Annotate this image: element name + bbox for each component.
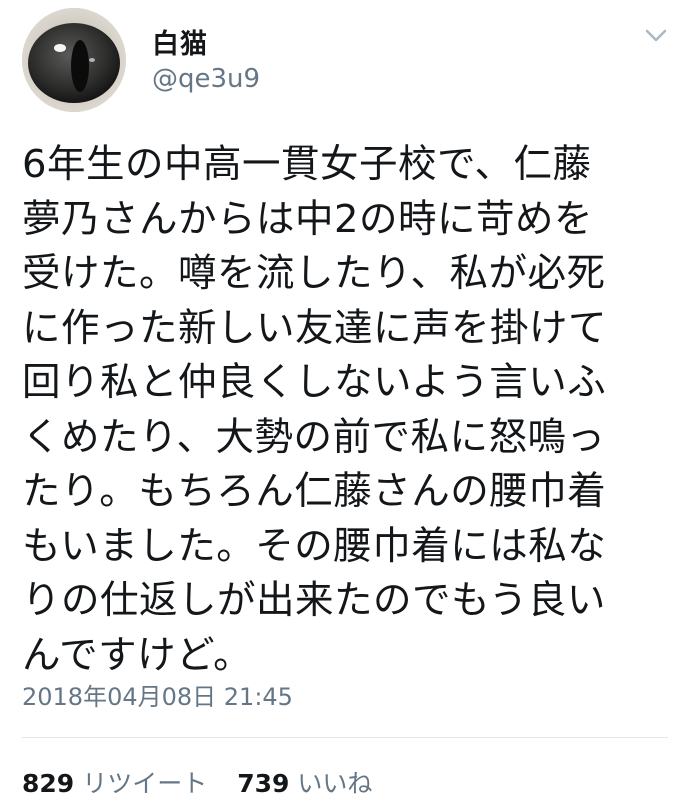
likes-label: いいね: [297, 769, 373, 798]
tweet-timestamp[interactable]: 2018年04月08日 21:45: [22, 677, 293, 712]
chevron-down-icon: [645, 29, 667, 42]
avatar[interactable]: [22, 8, 126, 112]
tweet-menu-button[interactable]: [638, 18, 674, 54]
retweets-stat[interactable]: 829 リツイート: [22, 764, 207, 800]
likes-stat[interactable]: 739 いいね: [237, 764, 372, 800]
user-handle[interactable]: @qe3u9: [152, 64, 260, 94]
tweet-stats: 829 リツイート 739 いいね: [22, 764, 372, 800]
divider: [22, 737, 668, 738]
tweet-card: 白猫 @qe3u9 6年生の中高一貫女子校で、仁藤 夢乃さんからは中2の時に苛め…: [0, 0, 680, 810]
tweet-text: 6年生の中高一貫女子校で、仁藤 夢乃さんからは中2の時に苛めを 受けた。噂を流し…: [22, 142, 608, 678]
retweets-count: 829: [22, 769, 75, 798]
display-name[interactable]: 白猫: [152, 22, 208, 61]
retweets-label: リツイート: [82, 769, 208, 798]
likes-count: 739: [237, 769, 290, 798]
cat-eye-avatar-icon: [22, 8, 126, 112]
